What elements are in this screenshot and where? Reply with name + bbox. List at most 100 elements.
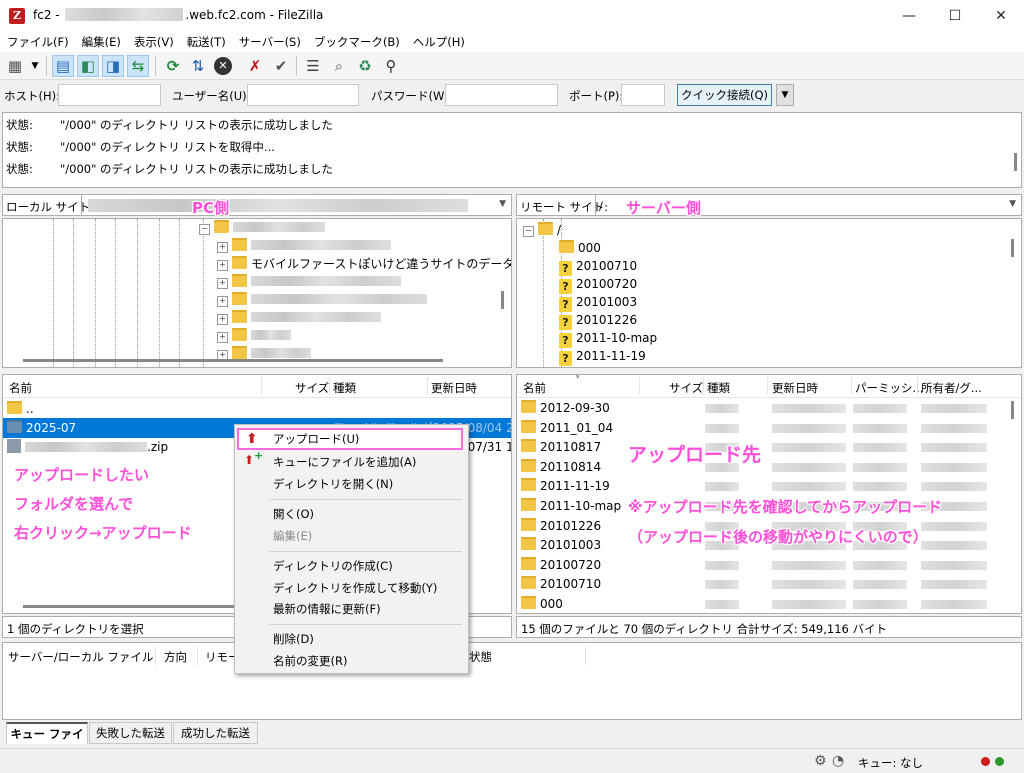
col-name[interactable]: 名前 bbox=[9, 380, 32, 396]
tree-item[interactable]: ? 20100720 bbox=[559, 275, 637, 294]
col-modified[interactable]: 更新日時 bbox=[772, 380, 818, 396]
host-input[interactable] bbox=[58, 84, 161, 106]
tree-item[interactable]: + モバイルファーストぽいけど違うサイトのデータ bbox=[217, 255, 511, 273]
menu-edit[interactable]: 編集(E) bbox=[75, 32, 127, 50]
redacted-cell bbox=[705, 580, 739, 590]
remote-file-name: 20110814 bbox=[540, 459, 602, 474]
col-type[interactable]: 種類 bbox=[707, 380, 730, 396]
refresh-icon[interactable]: ⟳ bbox=[162, 55, 184, 77]
menu-bookmarks[interactable]: ブックマーク(B) bbox=[307, 32, 406, 50]
remote-file-row[interactable]: 20110814 bbox=[517, 457, 1021, 477]
menu-item-create-directory-and-enter[interactable]: ディレクトリを作成して移動(Y) bbox=[236, 577, 467, 599]
username-input[interactable] bbox=[247, 84, 359, 106]
col-server-local-file[interactable]: サーバー/ローカル ファイル bbox=[8, 649, 153, 665]
menu-item-open[interactable]: 開く(O) bbox=[236, 503, 467, 525]
menu-item-rename[interactable]: 名前の変更(R) bbox=[236, 650, 467, 672]
remote-file-row[interactable]: 2012-09-30 bbox=[517, 398, 1021, 418]
col-type[interactable]: 種類 bbox=[333, 380, 356, 396]
remote-file-row[interactable]: 000 bbox=[517, 594, 1021, 613]
menu-help[interactable]: ヘルプ(H) bbox=[406, 32, 471, 50]
tree-item[interactable]: + bbox=[217, 309, 381, 327]
tree-item[interactable]: ? 2011-10-map bbox=[559, 329, 657, 348]
tree-item[interactable]: + bbox=[217, 291, 427, 309]
remote-file-row[interactable]: 2011-11-19 bbox=[517, 476, 1021, 496]
col-size[interactable]: サイズ bbox=[669, 380, 703, 396]
col-permissions[interactable]: パーミッシ... bbox=[855, 380, 923, 396]
menu-item-add-to-queue[interactable]: ⬆ + キューにファイルを追加(A) bbox=[236, 449, 467, 473]
sync-browsing-icon[interactable]: ♻ bbox=[354, 55, 376, 77]
tree-item[interactable]: − bbox=[199, 219, 325, 237]
menu-file[interactable]: ファイル(F) bbox=[0, 32, 75, 50]
tree-item-root[interactable]: − / bbox=[523, 221, 561, 239]
log-scrollbar[interactable] bbox=[1014, 153, 1017, 171]
tree-item[interactable]: ? 20101003 bbox=[559, 293, 637, 312]
tree-item[interactable]: ? 20100710 bbox=[559, 257, 637, 276]
tab-failed-transfers[interactable]: 失敗した転送 bbox=[89, 722, 172, 744]
menu-item-delete[interactable]: 削除(D) bbox=[236, 628, 467, 650]
tree-item[interactable]: ? 20101226 bbox=[559, 311, 637, 330]
menu-item-refresh[interactable]: 最新の情報に更新(F) bbox=[236, 598, 467, 620]
port-label: ポート(P): bbox=[569, 89, 624, 103]
menu-view[interactable]: 表示(V) bbox=[127, 32, 180, 50]
minimize-button[interactable]: — bbox=[886, 0, 932, 32]
chevron-down-icon[interactable]: ▼ bbox=[499, 199, 506, 209]
remote-tree-vscrollbar[interactable] bbox=[1011, 239, 1014, 257]
tab-queued-files[interactable]: キュー ファイル bbox=[6, 722, 88, 761]
tree-item[interactable]: + bbox=[217, 237, 391, 255]
network-config-icon[interactable]: ◔ bbox=[832, 753, 844, 769]
remote-file-row[interactable]: 20100720 bbox=[517, 555, 1021, 575]
close-button[interactable]: ✕ bbox=[978, 0, 1024, 32]
tree-item[interactable]: + bbox=[217, 327, 291, 345]
tree-item[interactable]: + bbox=[217, 273, 401, 291]
menu-item-open-directory[interactable]: ディレクトリを開く(N) bbox=[236, 473, 467, 495]
menu-item-create-directory[interactable]: ディレクトリの作成(C) bbox=[236, 555, 467, 577]
file-row[interactable]: .. bbox=[3, 399, 511, 419]
col-size[interactable]: サイズ bbox=[295, 380, 329, 396]
redacted-cell bbox=[921, 462, 987, 472]
remote-list-vscrollbar[interactable] bbox=[1011, 401, 1014, 419]
tree-item[interactable]: ?20110814 bbox=[559, 365, 637, 367]
col-name[interactable]: 名前 bbox=[523, 380, 546, 396]
compare-icon[interactable]: ⌕ bbox=[328, 55, 350, 77]
chevron-down-icon[interactable]: ▼ bbox=[1009, 199, 1016, 209]
menu-item-upload[interactable]: ⬆ アップロード(U) bbox=[236, 428, 467, 450]
col-owner[interactable]: 所有者/グ... bbox=[921, 380, 982, 396]
folder-icon bbox=[521, 576, 536, 590]
tree-item[interactable]: ? 2011-11-19 bbox=[559, 347, 646, 366]
site-manager-icon[interactable]: ▦ bbox=[4, 55, 26, 77]
folder-icon bbox=[214, 220, 229, 233]
search-remote-files-icon[interactable]: ⚲ bbox=[380, 55, 402, 77]
speed-limit-icon[interactable]: ⚙ bbox=[814, 753, 827, 769]
folder-icon bbox=[521, 596, 536, 609]
cancel-icon[interactable]: ✕ bbox=[214, 57, 232, 75]
toggle-local-tree-icon[interactable]: ◧ bbox=[77, 55, 99, 77]
local-path-combobox[interactable]: ▼ bbox=[81, 195, 511, 215]
col-status[interactable]: 状態 bbox=[469, 649, 492, 665]
process-queue-icon[interactable]: ⇅ bbox=[187, 55, 209, 77]
menu-server[interactable]: サーバー(S) bbox=[232, 32, 307, 50]
port-input[interactable] bbox=[621, 84, 665, 106]
remote-file-row[interactable]: 20110817 bbox=[517, 437, 1021, 457]
tab-successful-transfers[interactable]: 成功した転送 bbox=[173, 722, 258, 744]
local-tree-vscrollbar[interactable] bbox=[501, 291, 504, 309]
tree-item[interactable]: 000 bbox=[559, 239, 601, 257]
menu-transfer[interactable]: 転送(T) bbox=[180, 32, 232, 50]
toggle-remote-tree-icon[interactable]: ◨ bbox=[102, 55, 124, 77]
remote-directory-tree: −/ 000 ? 20100710 ? 20100720 ? 20101003 ? 20… bbox=[516, 218, 1022, 368]
site-manager-dropdown-icon[interactable]: ▼ bbox=[28, 55, 42, 77]
remote-file-row[interactable]: 20100710 bbox=[517, 574, 1021, 594]
col-modified[interactable]: 更新日時 bbox=[431, 380, 477, 396]
password-input[interactable] bbox=[445, 84, 558, 106]
directory-listing-filter-icon[interactable]: ☰ bbox=[302, 55, 324, 77]
quickconnect-history-dropdown[interactable]: ▼ bbox=[776, 84, 794, 106]
toggle-log-icon[interactable]: ▤ bbox=[52, 55, 74, 77]
col-direction[interactable]: 方向 bbox=[164, 649, 187, 665]
toggle-queue-icon[interactable]: ⇆ bbox=[127, 55, 149, 77]
local-tree-hscrollbar[interactable] bbox=[23, 359, 443, 362]
disconnect-icon[interactable]: ✗ bbox=[244, 55, 266, 77]
quickconnect-button[interactable]: クイック接続(Q) bbox=[677, 84, 772, 106]
reconnect-icon[interactable]: ✔ bbox=[270, 55, 292, 77]
maximize-button[interactable]: ☐ bbox=[932, 0, 978, 32]
menu-separator bbox=[269, 551, 462, 552]
remote-file-row[interactable]: 2011_01_04 bbox=[517, 418, 1021, 438]
